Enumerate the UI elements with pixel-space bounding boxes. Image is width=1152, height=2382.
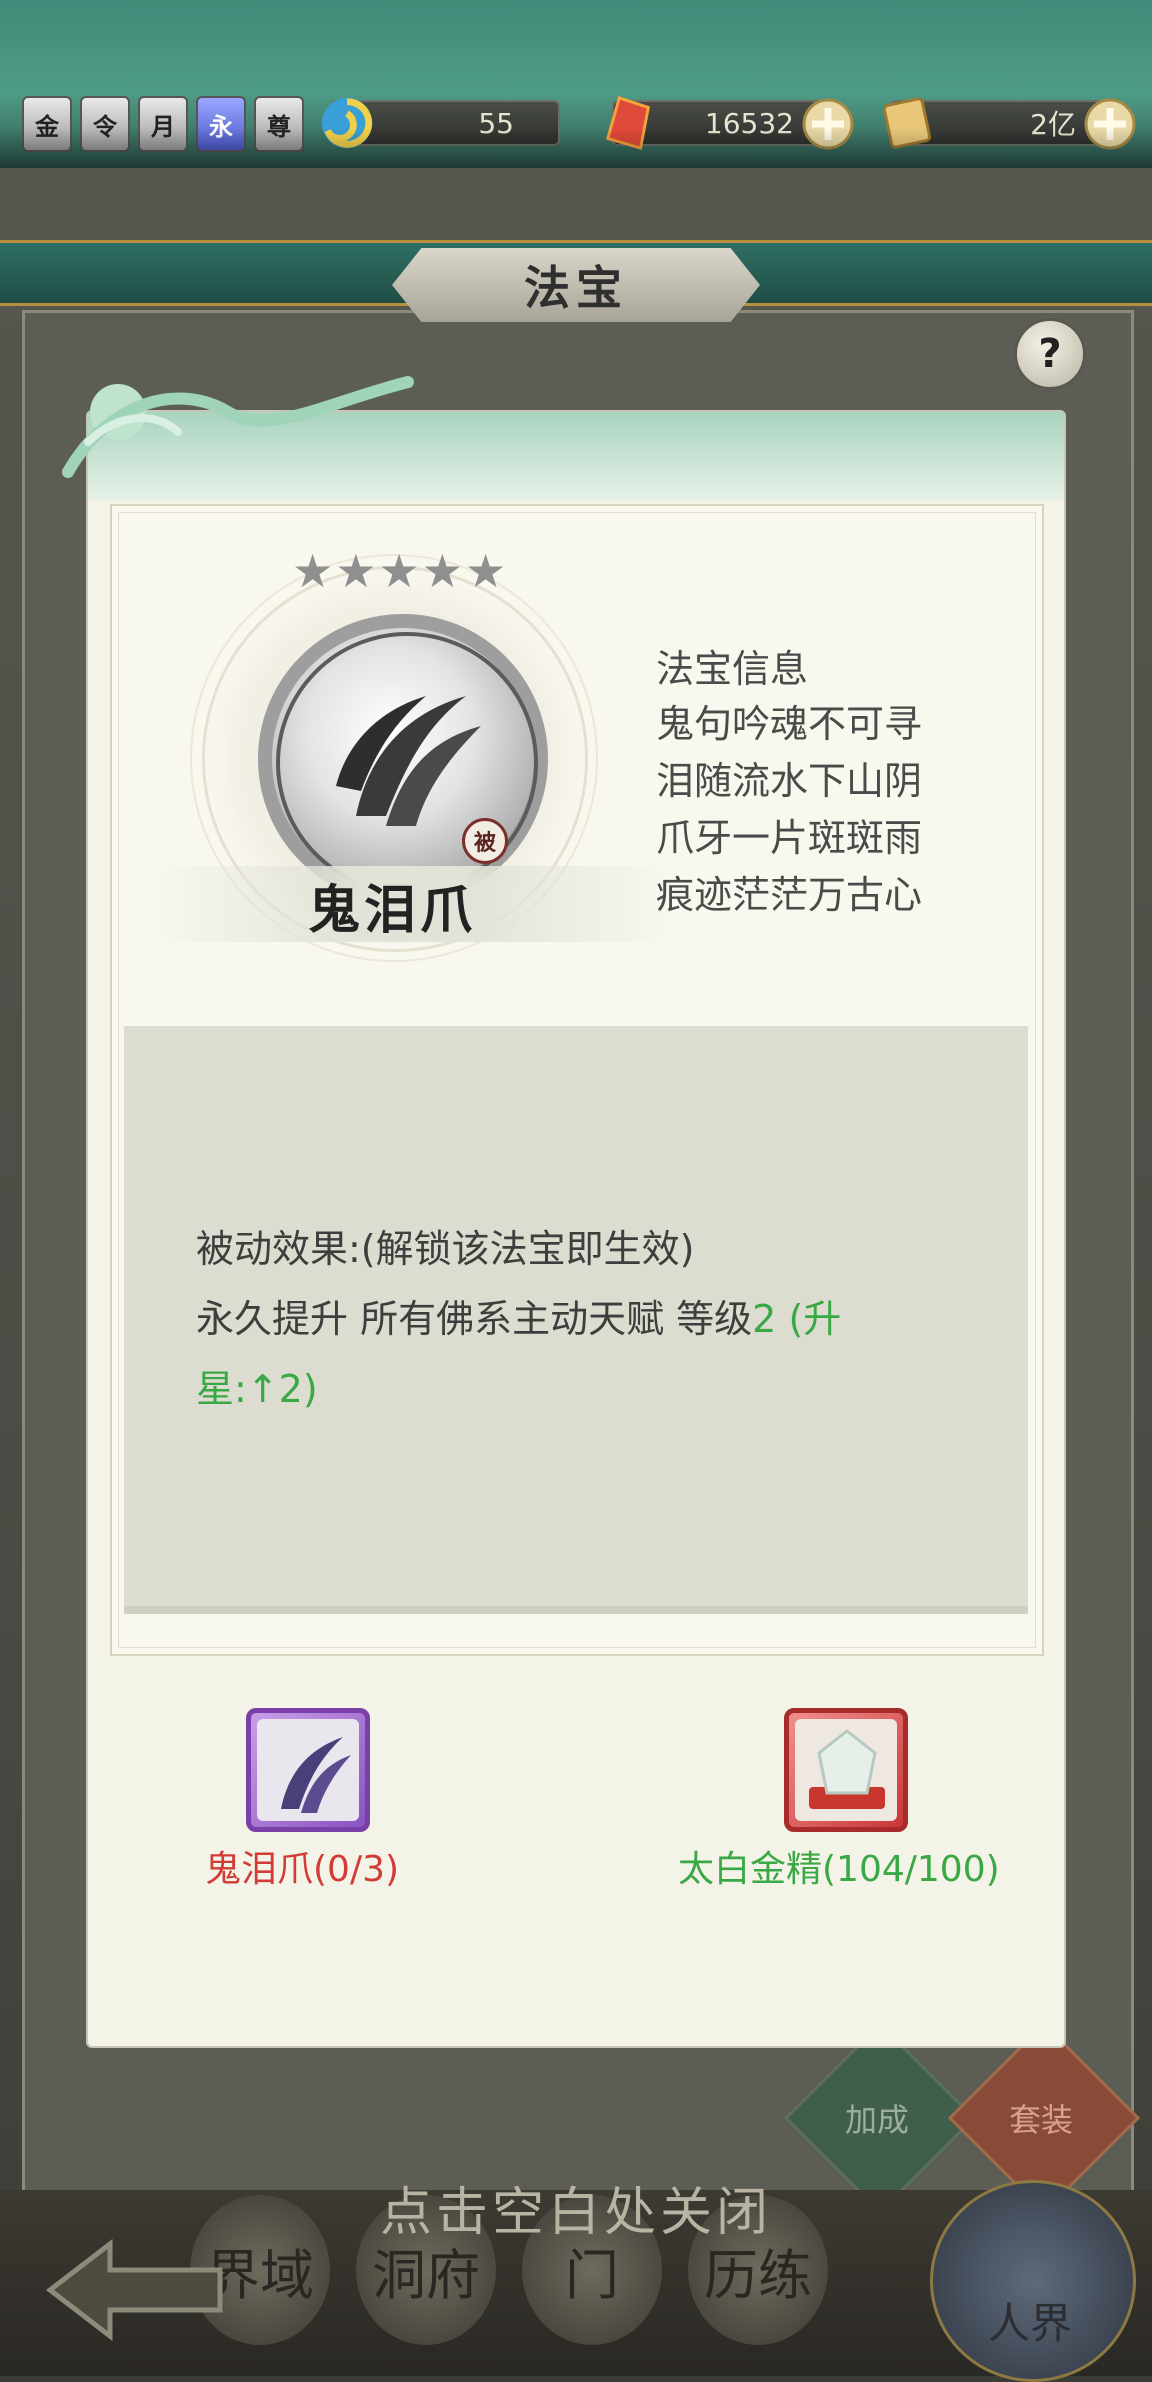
- tap-to-close-hint[interactable]: 点击空白处关闭: [0, 2170, 1152, 2245]
- star-icon: ★: [465, 544, 507, 598]
- star-icon: ★: [378, 544, 420, 598]
- effect-description: 被动效果:(解锁该法宝即生效) 永久提升 所有佛系主动天赋 等级2 (升星:↑2…: [196, 1214, 956, 1424]
- back-arrow-icon[interactable]: [30, 2230, 240, 2350]
- resource-scroll: 2亿: [882, 97, 1136, 150]
- top-status-bar: 金 令 月 永 尊 55 16532 2亿: [0, 0, 1152, 168]
- realm-button-label: 人界: [987, 2299, 1072, 2348]
- claw-shard-icon: [281, 1737, 351, 1813]
- resource-scroll-value: 2亿: [1030, 108, 1076, 141]
- swirl-coin-icon: [321, 97, 373, 149]
- resource-spirit: 55: [321, 97, 560, 149]
- vip-badge-month[interactable]: 月: [138, 96, 188, 152]
- panel-title: 法宝: [392, 248, 760, 322]
- vip-badge-gold[interactable]: 金: [22, 96, 72, 152]
- effect-line-1: 被动效果:(解锁该法宝即生效): [196, 1227, 695, 1271]
- vip-badge-zun[interactable]: 尊: [254, 96, 304, 152]
- material-slot-claw[interactable]: [246, 1708, 370, 1832]
- treasure-info-title: 法宝信息: [656, 647, 809, 691]
- passive-badge: 被: [462, 818, 508, 864]
- star-rating: ★ ★ ★ ★ ★: [292, 548, 506, 594]
- star-icon: ★: [335, 544, 377, 598]
- treasure-detail-modal: ★ ★ ★ ★ ★ 被 鬼泪爪 法宝信息 鬼句吟魂不可寻 泪随流水下山阴 爪牙一…: [62, 376, 1064, 2046]
- treasure-name: 鬼泪爪: [307, 880, 476, 941]
- poem-line: 泪随流水下山阴: [656, 759, 923, 803]
- vip-badge-forever[interactable]: 永: [196, 96, 246, 152]
- effect-box: 被动效果:(解锁该法宝即生效) 永久提升 所有佛系主动天赋 等级2 (升星:↑2…: [124, 1026, 1028, 1614]
- poem-line: 爪牙一片斑斑雨: [656, 816, 923, 860]
- poem-line: 痕迹茫茫万古心: [656, 873, 923, 917]
- material-label-essence: 太白金精(104/100): [678, 1849, 1000, 1890]
- set-button-label: 套装: [1008, 2101, 1073, 2139]
- help-button[interactable]: ?: [1014, 318, 1086, 390]
- treasure-poem: 鬼句吟魂不可寻 泪随流水下山阴 爪牙一片斑斑雨 痕迹茫茫万古心: [656, 696, 922, 924]
- add-crystal-icon[interactable]: [802, 98, 854, 150]
- effect-line-2-text: 永久提升 所有佛系主动天赋 等级: [196, 1297, 753, 1341]
- ghost-claw-icon: [336, 696, 481, 826]
- vip-badge-row: 金 令 月 永 尊: [22, 96, 304, 152]
- resource-spirit-value: 55: [478, 106, 514, 140]
- material-label-claw: 鬼泪爪(0/3): [205, 1849, 400, 1890]
- white-gold-essence-icon: [809, 1729, 885, 1809]
- resource-crystal: 16532: [605, 96, 854, 150]
- star-icon: ★: [421, 544, 463, 598]
- effect-line-2: 永久提升 所有佛系主动天赋 等级2 (升星:↑2): [196, 1284, 956, 1424]
- treasure-info-card: ★ ★ ★ ★ ★ 被 鬼泪爪 法宝信息 鬼句吟魂不可寻 泪随流水下山阴 爪牙一…: [110, 504, 1044, 1656]
- add-scroll-icon[interactable]: [1084, 98, 1136, 150]
- bonus-button-label: 加成: [844, 2101, 909, 2139]
- poem-line: 鬼句吟魂不可寻: [656, 702, 923, 746]
- scroll-icon: [882, 97, 932, 149]
- vip-badge-ling[interactable]: 令: [80, 96, 130, 152]
- cloud-ornament-icon: [62, 376, 414, 478]
- star-icon: ★: [292, 544, 334, 598]
- resource-crystal-value: 16532: [704, 106, 794, 140]
- red-crystal-icon: [605, 96, 650, 150]
- material-slot-essence[interactable]: [784, 1708, 908, 1832]
- effect-level: 2: [752, 1297, 777, 1341]
